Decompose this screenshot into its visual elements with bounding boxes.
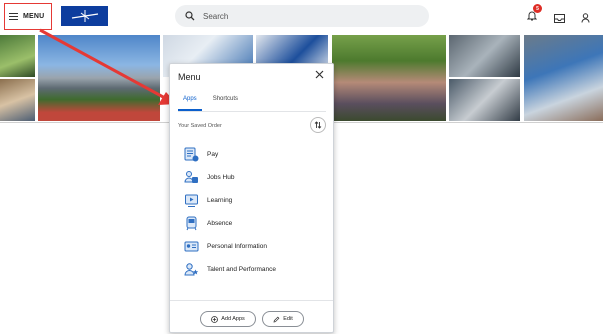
absence-icon xyxy=(186,216,197,231)
edit-icon xyxy=(273,316,280,322)
app-label-talent-and-performance: Talent and Performance xyxy=(207,266,277,273)
app-list: Pay Jobs Hub Learning Absence Personal I… xyxy=(184,143,276,281)
menu-panel-footer: Add Apps Edit xyxy=(170,300,333,334)
jobs-hub-icon xyxy=(184,171,198,183)
talent-icon xyxy=(184,263,199,276)
app-label-absence: Absence xyxy=(207,220,233,227)
saved-order-label: Your Saved Order xyxy=(178,123,222,129)
edit-button[interactable]: Edit xyxy=(262,311,304,327)
app-item-jobs-hub[interactable]: Jobs Hub xyxy=(184,166,276,189)
app-label-personal-information: Personal Information xyxy=(207,243,267,250)
app-item-pay[interactable]: Pay xyxy=(184,143,276,166)
app-item-talent-and-performance[interactable]: Talent and Performance xyxy=(184,258,276,281)
close-button[interactable] xyxy=(315,70,324,82)
app-label-jobs-hub: Jobs Hub xyxy=(207,174,235,181)
sort-button[interactable] xyxy=(310,117,326,133)
app-label-learning: Learning xyxy=(207,197,233,204)
edit-label: Edit xyxy=(283,316,293,322)
add-apps-button[interactable]: Add Apps xyxy=(200,311,256,327)
app-item-learning[interactable]: Learning xyxy=(184,189,276,212)
personal-information-icon xyxy=(184,241,199,252)
pay-icon xyxy=(184,147,199,162)
learning-icon xyxy=(185,194,198,207)
close-icon xyxy=(315,70,324,79)
menu-panel: Menu Apps Shortcuts Your Saved Order Pay xyxy=(169,63,334,333)
tab-apps[interactable]: Apps xyxy=(178,92,202,111)
menu-panel-title: Menu xyxy=(178,72,201,82)
app-label-pay: Pay xyxy=(207,151,219,158)
add-circle-icon xyxy=(211,315,219,323)
app-item-personal-information[interactable]: Personal Information xyxy=(184,235,276,258)
app-item-absence[interactable]: Absence xyxy=(184,212,276,235)
menu-tabs: Apps Shortcuts xyxy=(178,92,326,112)
add-apps-label: Add Apps xyxy=(221,316,245,322)
tab-shortcuts[interactable]: Shortcuts xyxy=(208,92,243,111)
sort-icon xyxy=(314,121,322,129)
